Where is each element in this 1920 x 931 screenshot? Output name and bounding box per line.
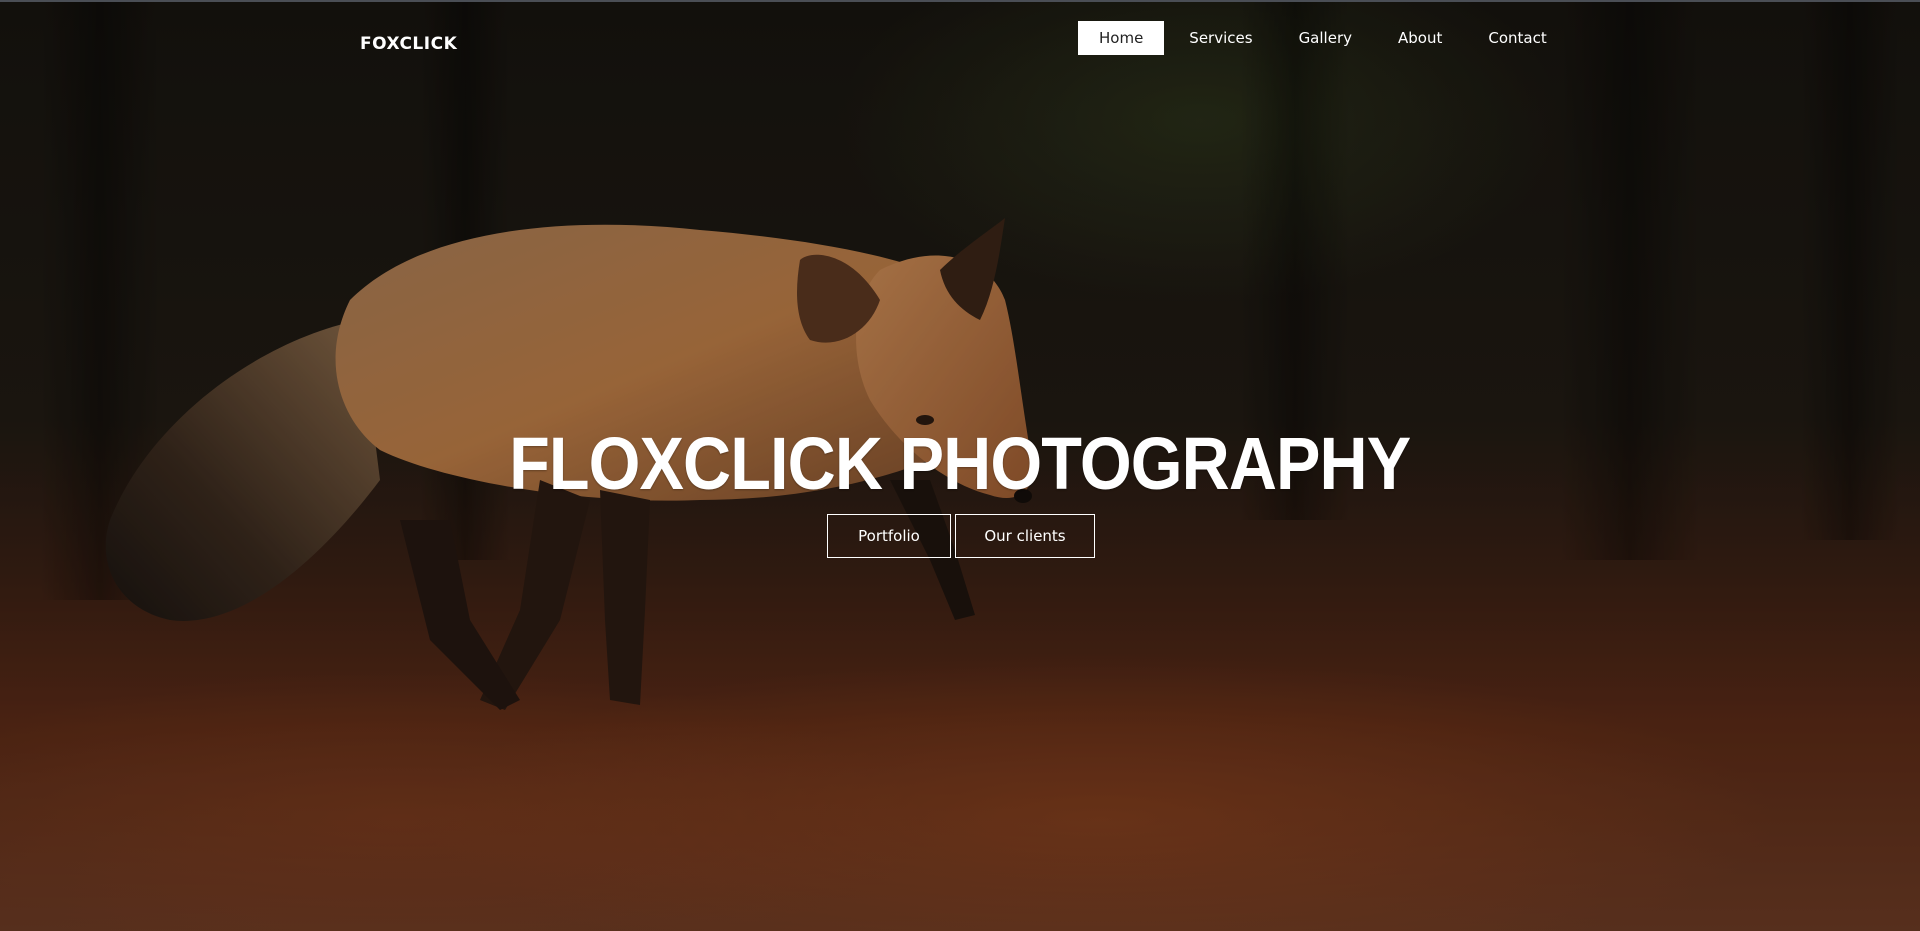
portfolio-button[interactable]: Portfolio: [827, 514, 951, 558]
top-border: [0, 0, 1920, 2]
hero-buttons: Portfolio Our clients: [0, 514, 1920, 558]
nav-item-services[interactable]: Services: [1168, 21, 1273, 55]
hero-title: FLOXCLICK PHOTOGRAPHY: [509, 422, 1411, 505]
brand-logo[interactable]: FOXCLICK: [360, 34, 457, 54]
nav-item-home[interactable]: Home: [1078, 21, 1165, 55]
our-clients-button[interactable]: Our clients: [955, 514, 1095, 558]
page: FOXCLICK Home Services Gallery About Con…: [0, 0, 1920, 931]
nav-item-contact[interactable]: Contact: [1467, 21, 1567, 55]
nav-item-about[interactable]: About: [1377, 21, 1463, 55]
nav-item-gallery[interactable]: Gallery: [1278, 21, 1373, 55]
main-nav: Home Services Gallery About Contact: [1078, 21, 1572, 55]
hero-content: FLOXCLICK PHOTOGRAPHY Portfolio Our clie…: [0, 420, 1920, 558]
